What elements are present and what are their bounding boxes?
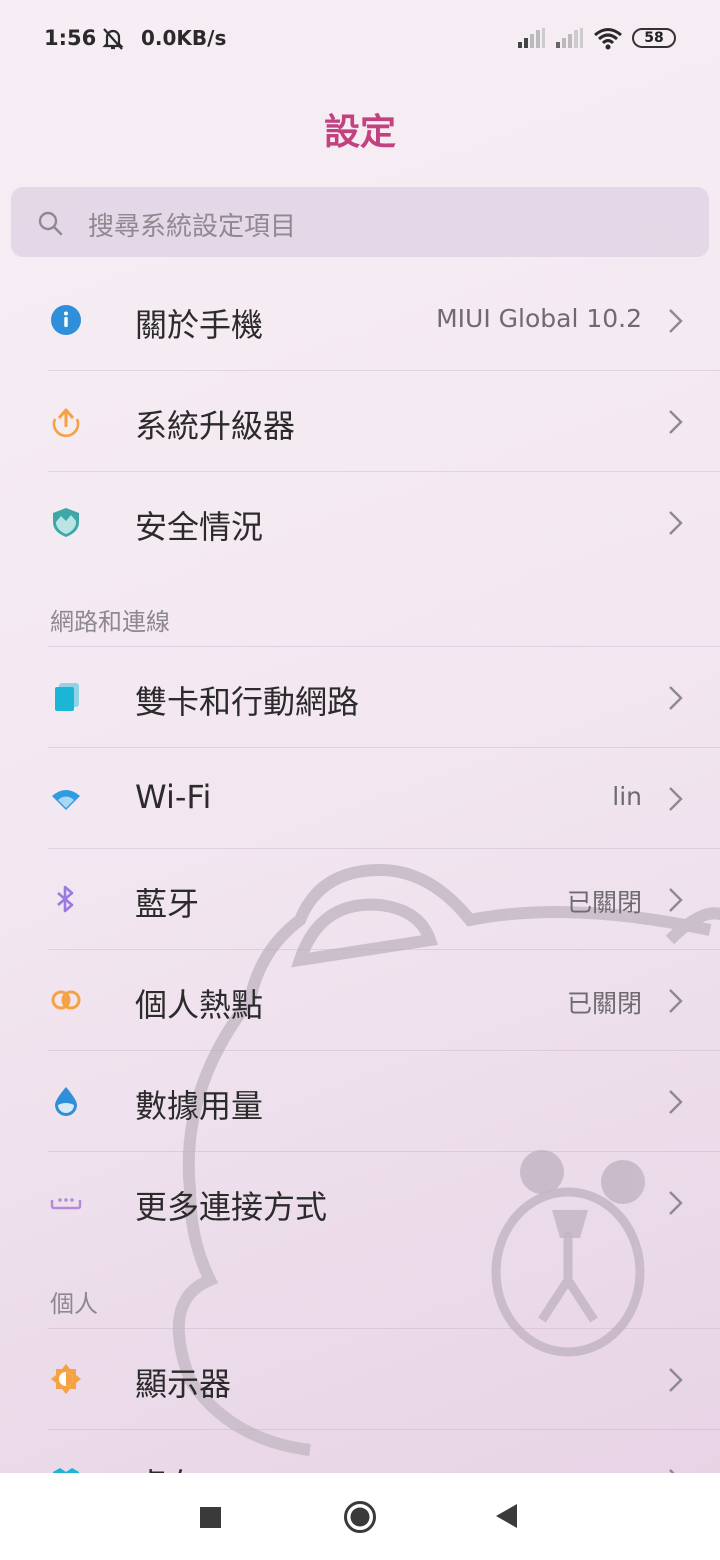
settings-row-display[interactable]: 顯示器 — [0, 1329, 720, 1430]
row-value: 已關閉 — [566, 989, 642, 1018]
search-placeholder: 搜尋系統設定項目 — [88, 212, 297, 242]
row-label: 數據用量 — [135, 1087, 264, 1125]
data-usage-drop-icon — [55, 1087, 77, 1116]
row-label: 雙卡和行動網路 — [135, 683, 360, 721]
info-icon — [51, 305, 81, 335]
row-label: Wi-Fi — [135, 778, 212, 816]
wifi-icon — [52, 790, 80, 810]
row-value: lin — [612, 782, 642, 811]
chevron-right-icon — [669, 686, 683, 710]
upgrade-arrow-icon — [52, 408, 80, 437]
chevron-right-icon — [669, 888, 683, 912]
status-time: 1:56 — [44, 26, 97, 50]
row-label: 更多連接方式 — [135, 1188, 328, 1226]
hotspot-icon — [51, 990, 81, 1010]
settings-row-bluetooth[interactable]: 藍牙 已關閉 — [0, 849, 720, 950]
settings-row-hotspot[interactable]: 個人熱點 已關閉 — [0, 950, 720, 1051]
chevron-right-icon — [669, 989, 683, 1013]
chevron-right-icon — [669, 511, 683, 535]
chevron-right-icon — [669, 309, 683, 333]
settings-row-security[interactable]: 安全情況 — [0, 472, 720, 573]
row-value: MIUI Global 10.2 — [436, 304, 642, 333]
sim-card-icon — [55, 683, 79, 711]
settings-row-data-usage[interactable]: 數據用量 — [0, 1051, 720, 1152]
settings-row-more-connections[interactable]: 更多連接方式 — [0, 1152, 720, 1253]
signal-icon — [556, 28, 583, 48]
section-header-network: 網路和連線 — [50, 608, 170, 636]
settings-row-wifi[interactable]: Wi-Fi lin — [0, 748, 720, 849]
chevron-right-icon — [669, 1191, 683, 1215]
network-speed: 0.0KB/s — [141, 26, 227, 50]
row-label: 關於手機 — [135, 306, 264, 344]
search-input[interactable]: 搜尋系統設定項目 — [11, 187, 709, 257]
chevron-right-icon — [669, 1368, 683, 1392]
settings-row-about-phone[interactable]: 關於手機 MIUI Global 10.2 — [0, 270, 720, 371]
settings-row-sim-mobile-network[interactable]: 雙卡和行動網路 — [0, 647, 720, 748]
recents-button[interactable] — [200, 1507, 221, 1528]
row-value: 已關閉 — [566, 888, 642, 917]
bluetooth-icon — [57, 885, 74, 913]
wifi-icon — [594, 28, 622, 50]
chevron-right-icon — [669, 410, 683, 434]
section-header-personal: 個人 — [50, 1290, 98, 1318]
notifications-muted-icon — [102, 28, 124, 50]
row-label: 系統升級器 — [135, 407, 296, 445]
row-label: 顯示器 — [135, 1365, 232, 1403]
status-bar: 1:56 0.0KB/s 58 — [0, 0, 720, 78]
battery-icon: 58 — [632, 28, 676, 48]
more-connections-icon — [50, 1198, 82, 1210]
chevron-right-icon — [669, 787, 683, 811]
settings-row-system-updater[interactable]: 系統升級器 — [0, 371, 720, 472]
search-icon — [38, 211, 63, 236]
home-button[interactable] — [343, 1500, 377, 1534]
page-title: 設定 — [323, 112, 396, 153]
display-brightness-icon — [51, 1364, 81, 1394]
back-button[interactable] — [495, 1503, 519, 1529]
row-label: 個人熱點 — [135, 986, 264, 1024]
navigation-bar — [0, 1473, 720, 1560]
signal-icon — [518, 28, 545, 48]
chevron-right-icon — [669, 1090, 683, 1114]
row-label: 藍牙 — [135, 885, 200, 923]
battery-level: 58 — [644, 30, 664, 46]
security-shield-icon — [53, 508, 79, 537]
row-label: 安全情況 — [135, 508, 264, 546]
